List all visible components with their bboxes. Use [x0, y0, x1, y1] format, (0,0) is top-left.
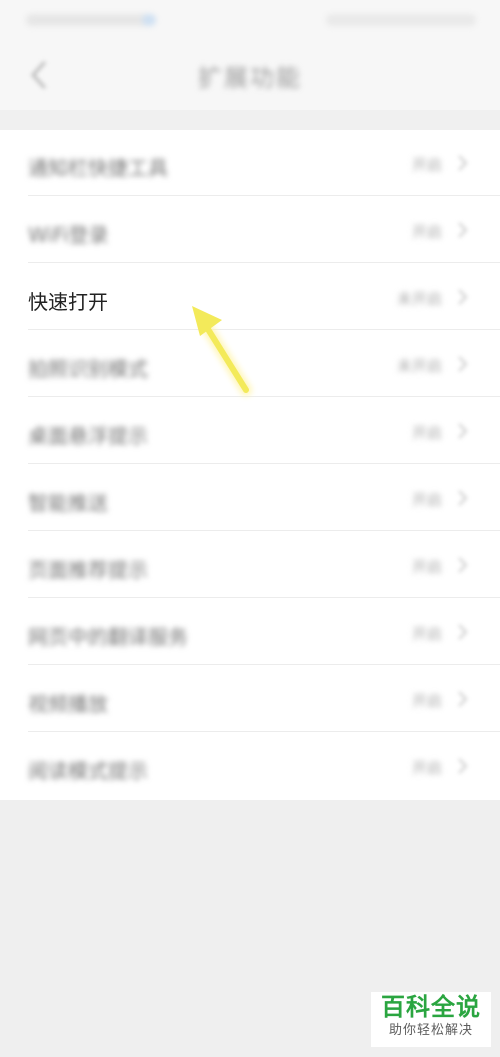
list-item[interactable]: 网页中的翻译服务 开启: [0, 599, 500, 665]
header: 扩展功能: [0, 40, 500, 110]
divider: [28, 262, 500, 263]
divider: [28, 664, 500, 665]
list-item-value: 开启: [411, 625, 442, 643]
chevron-right-icon: [458, 758, 468, 774]
status-bar: [0, 0, 500, 40]
list-item-value: 开启: [411, 558, 442, 576]
list-item-label: 网页中的翻译服务: [28, 625, 188, 649]
list-item-label: 页面推荐提示: [28, 558, 148, 582]
list-item[interactable]: WiFi登录 开启: [0, 197, 500, 263]
divider: [28, 530, 500, 531]
chevron-right-icon: [458, 691, 468, 707]
page-title: 扩展功能: [198, 64, 302, 92]
status-bar-right: [326, 14, 476, 26]
section-gap: [0, 110, 500, 130]
divider: [28, 463, 500, 464]
watermark-title: 百科全说: [381, 993, 481, 1021]
list-item-value: 开启: [411, 491, 442, 509]
list-item-label: 通知栏快捷工具: [28, 156, 168, 180]
status-bar-left: [26, 14, 156, 26]
divider: [28, 195, 500, 196]
network-icon: [142, 14, 156, 26]
chevron-right-icon: [458, 222, 468, 238]
list-item-value: 开启: [411, 692, 442, 710]
list-item-label: WiFi登录: [28, 223, 109, 247]
list-item[interactable]: 阅读模式提示 开启: [0, 733, 500, 799]
list-item-label: 桌面悬浮提示: [28, 424, 148, 448]
watermark-logo: 百科全说 助你轻松解决: [371, 992, 491, 1047]
chevron-right-icon: [458, 490, 468, 506]
pointer-arrow-icon: [192, 306, 252, 396]
list-item-label: 智能推送: [28, 491, 108, 515]
chevron-right-icon: [458, 155, 468, 171]
list-item-value: 未开启: [396, 290, 442, 308]
list-item[interactable]: 视频播放 开启: [0, 666, 500, 732]
list-item-value: 开启: [411, 223, 442, 241]
chevron-right-icon: [458, 624, 468, 640]
chevron-right-icon: [458, 356, 468, 372]
watermark-subtitle: 助你轻松解决: [388, 1023, 473, 1038]
list-item-label: 阅读模式提示: [28, 759, 148, 783]
list-item[interactable]: 通知栏快捷工具 开启: [0, 130, 500, 196]
list-item-label: 拍照识别模式: [28, 357, 148, 381]
list-item-value: 未开启: [396, 357, 442, 375]
chevron-right-icon: [458, 423, 468, 439]
list-item-value: 开启: [411, 156, 442, 174]
list-item[interactable]: 页面推荐提示 开启: [0, 532, 500, 598]
divider: [28, 597, 500, 598]
chevron-right-icon: [458, 557, 468, 573]
list-item-label: 快速打开: [28, 290, 108, 314]
settings-list: 通知栏快捷工具 开启 WiFi登录 开启 快速打开 未开启 拍照识别模式 未开启…: [0, 130, 500, 800]
chevron-right-icon: [458, 289, 468, 305]
list-item[interactable]: 智能推送 开启: [0, 465, 500, 531]
list-item-value: 开启: [411, 424, 442, 442]
list-item-label: 视频播放: [28, 692, 108, 716]
list-item-value: 开启: [411, 759, 442, 777]
divider: [28, 731, 500, 732]
